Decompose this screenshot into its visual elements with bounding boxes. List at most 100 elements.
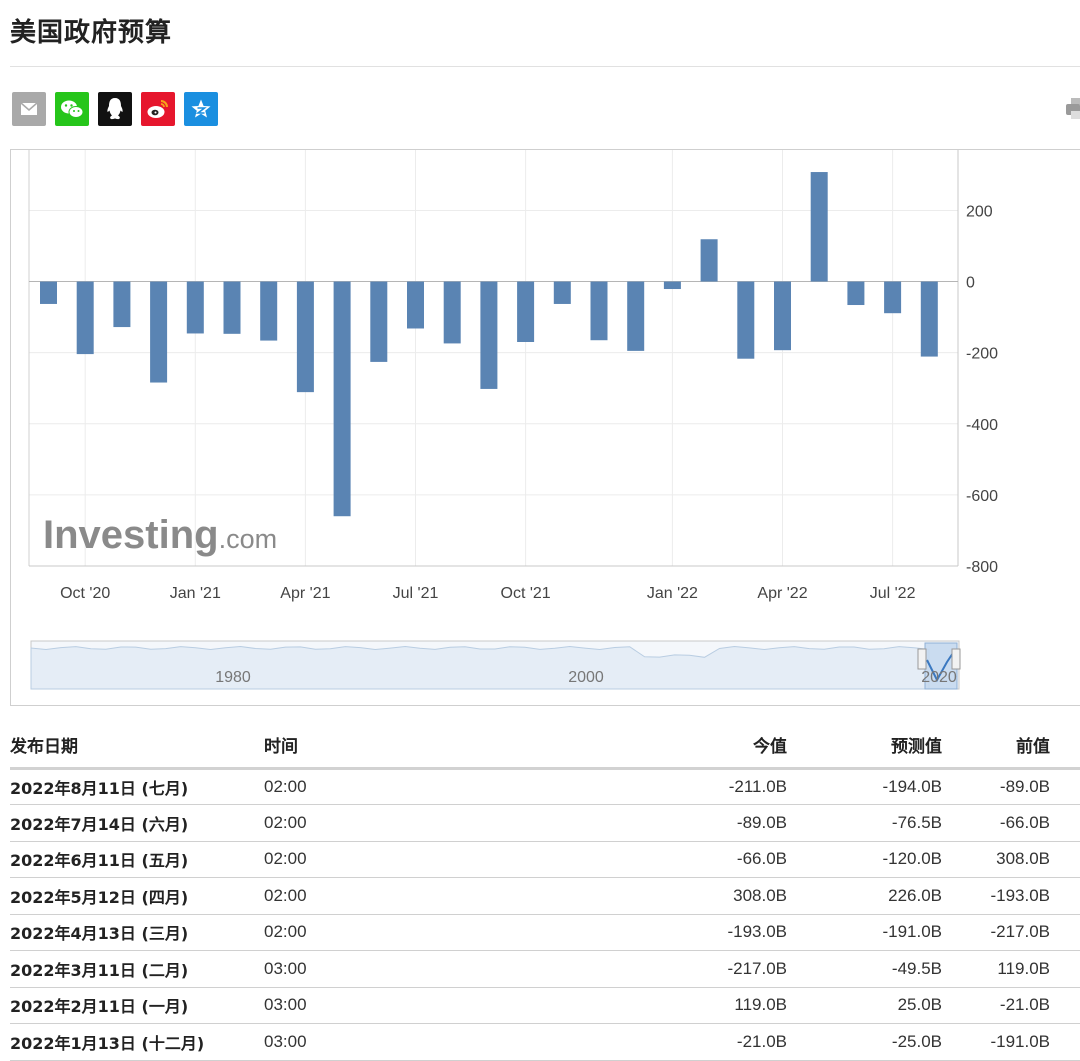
header-date[interactable]: 发布日期 [10,730,264,770]
row-previous: -89.0B [942,768,1080,805]
bar[interactable] [663,281,681,290]
print-icon[interactable] [1066,96,1080,122]
bar[interactable] [186,281,204,334]
bar[interactable] [40,281,57,304]
table-row: 2022年4月13日 (三月) 02:00 -193.0B -191.0B -217.0… [10,914,1080,951]
bar[interactable] [113,281,131,328]
x-tick-label: Jan '22 [647,585,698,602]
header-time[interactable]: 时间 [264,730,647,770]
row-previous: -217.0B [942,914,1080,951]
row-time: 03:00 [264,950,647,988]
bar[interactable] [590,281,608,341]
x-tick-label: Jul '21 [393,585,439,602]
table-row: 2022年2月11日 (一月) 03:00 119.0B 25.0B -21.0B [10,987,1080,1024]
bar-chart: Investing.com 200 0 -200 -400 -600 -800 Oct '20… [28,150,998,690]
bar[interactable] [700,239,718,282]
y-tick-label: 0 [966,275,975,292]
bar[interactable] [810,172,828,282]
row-time: 02:00 [264,768,647,805]
share-toolbar [12,92,218,126]
bar[interactable] [884,281,902,314]
mail-icon[interactable] [12,92,46,126]
row-previous: -66.0B [942,804,1080,842]
bar[interactable] [627,281,645,351]
chart-navigator[interactable] [31,641,959,689]
bar[interactable] [737,281,755,359]
row-time: 02:00 [264,804,647,842]
bar[interactable] [76,281,94,355]
row-date: 2022年1月13日 (十二月) [10,1023,264,1061]
header-forecast[interactable]: 预测值 [787,730,942,770]
row-date: 2022年5月12日 (四月) [10,877,264,915]
row-forecast: 25.0B [787,987,942,1024]
row-date: 2022年4月13日 (三月) [10,914,264,951]
row-previous: -191.0B [942,1023,1080,1061]
y-tick-label: -200 [966,346,998,363]
row-previous: -21.0B [942,987,1080,1024]
row-time: 03:00 [264,1023,647,1061]
bar[interactable] [774,281,791,351]
row-previous: 308.0B [942,841,1080,878]
row-forecast: -49.5B [787,950,942,988]
wechat-icon[interactable] [55,92,89,126]
x-tick-label: Apr '21 [280,585,330,602]
chart-panel: Investing.com 200 0 -200 -400 -600 -800 Oct '20… [10,149,1080,706]
row-time: 02:00 [264,841,647,878]
row-forecast: -76.5B [787,804,942,842]
table-row: 2022年6月11日 (五月) 02:00 -66.0B -120.0B 308.0B [10,841,1080,878]
table-row: 2022年3月11日 (二月) 03:00 -217.0B -49.5B 119.0B [10,950,1080,988]
x-tick-label: Oct '20 [60,585,110,602]
x-tick-label: Oct '21 [501,585,551,602]
bar[interactable] [223,281,241,334]
bar[interactable] [920,281,938,357]
bar[interactable] [296,281,314,393]
bar[interactable] [443,281,461,344]
bar[interactable] [333,281,351,517]
bar[interactable] [150,281,168,383]
row-forecast: -120.0B [787,841,942,878]
bar[interactable] [847,281,865,306]
table-header-row: 发布日期 时间 今值 预测值 前值 [10,730,1080,770]
x-tick-label: Jan '21 [170,585,221,602]
page-title: 美国政府预算 [10,18,173,48]
x-tick-label: Apr '22 [757,585,807,602]
table-row: 2022年5月12日 (四月) 02:00 308.0B 226.0B -193.0B [10,877,1080,915]
title-divider [10,66,1080,67]
row-previous: 119.0B [942,950,1080,988]
bar[interactable] [260,281,278,341]
y-tick-label: 200 [966,203,993,220]
bar[interactable] [517,281,535,342]
row-date: 2022年7月14日 (六月) [10,804,264,842]
row-previous: -193.0B [942,877,1080,915]
bar[interactable] [553,281,571,304]
row-time: 03:00 [264,987,647,1024]
weibo-icon[interactable] [141,92,175,126]
y-tick-label: -800 [966,559,998,576]
row-date: 2022年6月11日 (五月) [10,841,264,878]
row-forecast: 226.0B [787,877,942,915]
bar[interactable] [370,281,388,362]
bar[interactable] [480,281,498,389]
y-tick-label: -600 [966,488,998,505]
qzone-icon[interactable] [184,92,218,126]
table-row: 2022年1月13日 (十二月) 03:00 -21.0B -25.0B -191.0B [10,1023,1080,1061]
row-actual: -193.0B [647,914,787,951]
x-tick-label: Jul '22 [870,585,916,602]
row-forecast: -25.0B [787,1023,942,1061]
row-time: 02:00 [264,914,647,951]
y-tick-label: -400 [966,417,998,434]
table-row: 2022年8月11日 (七月) 02:00 -211.0B -194.0B -89.0B [10,768,1080,805]
row-actual: -66.0B [647,841,787,878]
row-forecast: -194.0B [787,768,942,805]
row-actual: 119.0B [647,987,787,1024]
header-previous[interactable]: 前值 [942,730,1080,770]
row-actual: -211.0B [647,768,787,805]
row-actual: -217.0B [647,950,787,988]
row-actual: 308.0B [647,877,787,915]
row-time: 02:00 [264,877,647,915]
qq-icon[interactable] [98,92,132,126]
bar[interactable] [407,281,424,329]
header-actual[interactable]: 今值 [647,730,787,770]
row-actual: -89.0B [647,804,787,842]
row-forecast: -191.0B [787,914,942,951]
